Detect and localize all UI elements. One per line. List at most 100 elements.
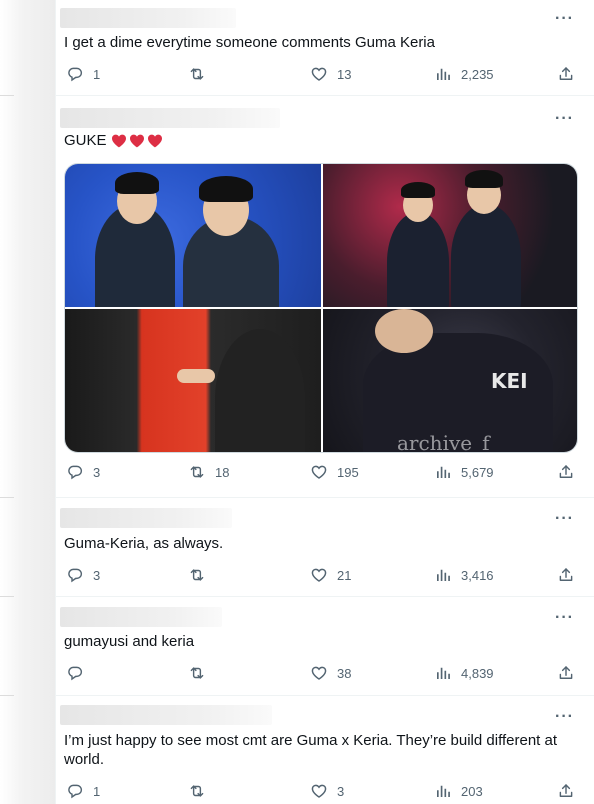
person-face xyxy=(375,309,433,353)
reply-count: 3 xyxy=(93,464,101,480)
reply-count: 3 xyxy=(93,567,101,583)
reply-button[interactable]: 1 xyxy=(66,65,100,83)
retweet-icon xyxy=(188,664,206,682)
like-count: 13 xyxy=(337,66,352,82)
author-name-redacted xyxy=(60,508,232,528)
share-icon xyxy=(557,566,575,584)
tweet-text: gumayusi and keria xyxy=(64,633,195,650)
photo-2[interactable] xyxy=(323,164,577,307)
share-icon xyxy=(557,65,575,83)
views-icon xyxy=(434,566,452,584)
views-button[interactable]: 203 xyxy=(434,782,483,800)
person-hair xyxy=(401,182,435,198)
watermark: archive_f xyxy=(397,431,490,453)
reply-feed: ··· I get a dime everytime someone comme… xyxy=(55,0,594,804)
heart-icon xyxy=(310,566,328,584)
tweet-text: Guma-Keria, as always. xyxy=(64,535,224,552)
like-count: 195 xyxy=(337,464,359,480)
tweet-text: I get a dime everytime someone comments … xyxy=(64,34,435,51)
reply-button[interactable] xyxy=(66,664,93,682)
share-button[interactable] xyxy=(557,664,575,682)
tweet-text-content: GUKE xyxy=(64,132,107,149)
tweet-actions: 1 13 2,235 xyxy=(66,65,578,85)
reply-icon xyxy=(66,65,84,83)
retweet-icon xyxy=(188,65,206,83)
retweet-button[interactable] xyxy=(188,566,215,584)
tweet-actions: 3 18 195 5,679 xyxy=(66,463,578,483)
share-button[interactable] xyxy=(557,566,575,584)
reply-button[interactable]: 3 xyxy=(66,463,100,481)
red-heart-emoji-icon xyxy=(147,133,163,149)
retweet-icon xyxy=(188,566,206,584)
heart-icon xyxy=(310,782,328,800)
heart-icon xyxy=(310,65,328,83)
gutter-divider xyxy=(0,497,14,498)
views-icon xyxy=(434,782,452,800)
more-icon[interactable]: ··· xyxy=(555,110,574,128)
like-button[interactable]: 3 xyxy=(310,782,344,800)
reply-button[interactable]: 1 xyxy=(66,782,100,800)
tweet-actions: 3 21 3,416 xyxy=(66,566,578,586)
views-button[interactable]: 4,839 xyxy=(434,664,494,682)
more-icon[interactable]: ··· xyxy=(555,609,574,627)
retweet-icon xyxy=(188,782,206,800)
share-button[interactable] xyxy=(557,65,575,83)
tweet[interactable]: ··· GUKE KEI archive_f 3 18 195 5,679 xyxy=(56,96,594,498)
heart-emojis xyxy=(111,133,163,149)
like-count: 38 xyxy=(337,665,352,681)
person-figure xyxy=(451,204,521,307)
share-icon xyxy=(557,664,575,682)
author-name-redacted xyxy=(60,705,272,725)
tweet[interactable]: ··· Guma-Keria, as always. 3 21 3,416 xyxy=(56,498,594,597)
media-grid[interactable]: KEI archive_f xyxy=(64,163,578,453)
retweet-icon xyxy=(188,463,206,481)
like-count: 3 xyxy=(337,783,345,799)
views-icon xyxy=(434,664,452,682)
person-hair xyxy=(199,176,253,202)
retweet-button[interactable] xyxy=(188,664,215,682)
reply-count: 1 xyxy=(93,783,101,799)
reply-icon xyxy=(66,463,84,481)
share-button[interactable] xyxy=(557,463,575,481)
views-button[interactable]: 2,235 xyxy=(434,65,494,83)
photo-4[interactable]: KEI archive_f xyxy=(323,309,577,453)
reply-icon xyxy=(66,664,84,682)
share-icon xyxy=(557,782,575,800)
retweet-button[interactable] xyxy=(188,782,215,800)
heart-icon xyxy=(310,664,328,682)
like-button[interactable]: 195 xyxy=(310,463,359,481)
reply-button[interactable]: 3 xyxy=(66,566,100,584)
author-name-redacted xyxy=(60,607,222,627)
tweet-actions: 38 4,839 xyxy=(66,664,578,684)
photo-1[interactable] xyxy=(65,164,321,307)
more-icon[interactable]: ··· xyxy=(555,510,574,528)
photo-3[interactable] xyxy=(65,309,321,452)
author-name-redacted xyxy=(60,8,236,28)
view-count: 3,416 xyxy=(461,567,494,583)
view-count: 4,839 xyxy=(461,665,494,681)
views-button[interactable]: 3,416 xyxy=(434,566,494,584)
share-button[interactable] xyxy=(557,782,575,800)
views-icon xyxy=(434,65,452,83)
person-hand xyxy=(177,369,215,383)
more-icon[interactable]: ··· xyxy=(555,708,574,726)
like-button[interactable]: 13 xyxy=(310,65,351,83)
retweet-button[interactable] xyxy=(188,65,215,83)
tweet[interactable]: ··· I’m just happy to see most cmt are G… xyxy=(56,696,594,804)
person-hair xyxy=(115,172,159,194)
more-icon[interactable]: ··· xyxy=(555,10,574,28)
like-button[interactable]: 38 xyxy=(310,664,351,682)
gutter-divider xyxy=(0,95,14,96)
views-button[interactable]: 5,679 xyxy=(434,463,494,481)
views-icon xyxy=(434,463,452,481)
person-figure xyxy=(215,329,305,452)
red-heart-emoji-icon xyxy=(111,133,127,149)
tweet-text: I’m just happy to see most cmt are Guma … xyxy=(64,732,558,768)
tweet[interactable]: ··· I get a dime everytime someone comme… xyxy=(56,0,594,96)
author-name-redacted xyxy=(60,108,280,128)
tweet[interactable]: ··· gumayusi and keria 38 4,839 xyxy=(56,597,594,696)
jersey-name: KEI xyxy=(491,369,528,393)
like-button[interactable]: 21 xyxy=(310,566,351,584)
retweet-button[interactable]: 18 xyxy=(188,463,229,481)
heart-icon xyxy=(310,463,328,481)
